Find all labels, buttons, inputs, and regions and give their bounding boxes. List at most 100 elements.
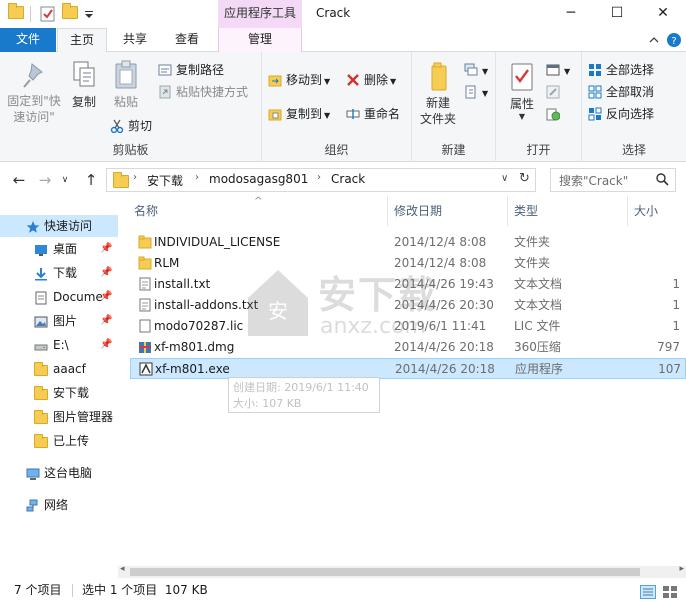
rename-label: 重命名 [364,107,401,121]
tab-share[interactable]: 共享 [112,28,158,52]
large-icons-view-icon[interactable] [662,583,678,603]
nav-label: 安下载 [53,386,90,400]
details-view-icon[interactable] [640,583,656,603]
file-row[interactable]: INDIVIDUAL_LICENSE 2014/12/4 8:08 文件夹 [130,232,686,253]
scroll-left-icon[interactable]: ◂ [120,564,125,574]
paste-shortcut-button[interactable]: 粘贴快捷方式 [158,82,248,102]
nav-label: 下载 [53,266,78,280]
select-all-button[interactable]: 全部选择 [588,60,654,80]
forward-arrow-icon[interactable]: → [34,169,56,191]
maximize-button[interactable]: ☐ [594,0,640,28]
copy-path-button[interactable]: 复制路径 [158,60,224,80]
rename-button[interactable]: 重命名 [346,104,400,124]
paste-shortcut-label: 粘贴快捷方式 [176,85,249,99]
clipboard-group: 固定到"快速访问" 复制 粘贴 复制路径 粘贴快捷方式 剪切 剪贴板 [0,52,262,162]
collapse-ribbon-icon[interactable] [646,28,662,52]
edit-button[interactable] [546,82,564,102]
easy-access-button[interactable]: ▼ [464,82,488,102]
edit-pencil-icon [546,85,560,99]
new-item-button[interactable]: ▼ [464,60,488,80]
title-bar: 应用程序工具 Crack ─ ☐ ✕ [0,0,686,28]
horizontal-scrollbar[interactable]: ◂ ▸ [118,564,686,578]
new-folder-icon [424,62,452,92]
breadcrumb-item[interactable]: modosagasg801 [209,172,308,186]
invert-selection-label: 反向选择 [606,107,655,121]
tab-view[interactable]: 查看 [164,28,210,52]
exe-icon [139,362,153,376]
search-icon[interactable] [655,171,669,192]
breadcrumb-item[interactable]: 安下载 [147,172,183,189]
open-button[interactable]: ▼ [546,60,570,80]
nav-item-downloads[interactable]: 下载 📌 [0,262,118,284]
nav-item-drive-e[interactable]: E:\ 📌 [0,334,118,356]
network-icon [26,498,40,512]
column-header-size[interactable]: 大小 [628,196,686,226]
invert-selection-button[interactable]: 反向选择 [588,104,654,124]
recent-locations-chevron-icon[interactable]: ∨ [58,169,72,191]
scroll-right-icon[interactable]: ▸ [679,564,684,574]
minimize-button[interactable]: ─ [548,0,594,28]
nav-item-network[interactable]: 网络 [0,494,118,516]
organize-group: 移动到 ▼ 复制到 ▼ 删除 ▼ 重命名 组织 [262,52,412,162]
nav-item-this-pc[interactable]: 这台电脑 [0,462,118,484]
properties-check-icon[interactable] [40,6,56,22]
nav-item-uploaded[interactable]: 已上传 [0,430,118,452]
copy-folder-icon [268,107,282,121]
new-folder-quick-icon[interactable] [62,3,78,22]
file-size: 107 [658,362,681,376]
nav-item-aaacf[interactable]: aaacf [0,358,118,380]
copy-button[interactable]: 复制 [66,60,102,110]
address-dropdown-icon[interactable]: ∨ [501,173,508,184]
move-to-button[interactable]: 移动到 ▼ [268,70,330,90]
paste-button[interactable]: 粘贴 [106,60,146,110]
pin-icon [20,60,48,90]
file-row[interactable]: xf-m801.exe 2014/4/26 20:18 应用程序 107 [130,358,686,379]
breadcrumb-item[interactable]: Crack [331,172,365,186]
scrollbar-thumb[interactable] [130,568,640,576]
tab-file[interactable]: 文件 [0,28,56,52]
star-icon [26,219,40,233]
nav-item-documents[interactable]: Docume 📌 [0,286,118,308]
back-arrow-icon[interactable]: ← [8,169,30,191]
move-folder-icon [268,73,282,87]
tooltip-size: 大小: 107 KB [233,397,302,410]
history-button[interactable] [546,104,564,124]
close-button[interactable]: ✕ [640,0,686,28]
nav-item-picture-manager[interactable]: 图片管理器 [0,406,118,428]
customize-quick-access-icon[interactable] [84,6,100,22]
refresh-icon[interactable]: ↻ [519,171,530,186]
nav-item-anxiazai[interactable]: 安下载 [0,382,118,404]
cut-label: 剪切 [128,119,153,133]
column-header-name[interactable]: 名称 [128,196,388,226]
new-folder-label: 新建 文件夹 [419,96,456,126]
pin-icon: 📌 [100,291,113,302]
select-none-icon [588,85,602,99]
download-arrow-icon [34,266,48,281]
properties-button[interactable]: 属性 ▼ [502,62,542,121]
picture-icon [34,314,48,328]
tab-manage[interactable]: 管理 [218,28,302,52]
nav-item-pictures[interactable]: 图片 📌 [0,310,118,332]
clipboard-group-label: 剪贴板 [112,143,149,157]
nav-item-quick-access[interactable]: 快速访问 [0,215,118,237]
cut-button[interactable]: 剪切 [110,116,152,136]
pin-quick-access-button[interactable]: 固定到"快速访问" [4,60,64,125]
tab-home[interactable]: 主页 [57,28,107,53]
nav-item-desktop[interactable]: 桌面 📌 [0,238,118,260]
copy-to-button[interactable]: 复制到 ▼ [268,104,330,124]
nav-label: aaacf [53,362,86,376]
up-arrow-icon[interactable]: ↑ [80,169,102,191]
search-input[interactable]: 搜索"Crack" [550,168,676,192]
new-folder-button[interactable]: 新建 文件夹 [416,62,460,127]
new-group-label: 新建 [441,143,466,157]
column-header-modified[interactable]: 修改日期 [388,196,508,226]
address-box[interactable]: › 安下载 › modosagasg801 › Crack ∨ ↻ [106,168,536,192]
select-none-button[interactable]: 全部取消 [588,82,654,102]
delete-x-icon [346,73,360,87]
help-icon[interactable]: ? [666,28,682,52]
rename-icon [346,107,360,121]
file-size: 1 [672,277,680,291]
delete-button[interactable]: 删除 ▼ [346,70,396,90]
copy-to-label: 复制到 [286,107,323,121]
column-header-type[interactable]: 类型 [508,196,628,226]
